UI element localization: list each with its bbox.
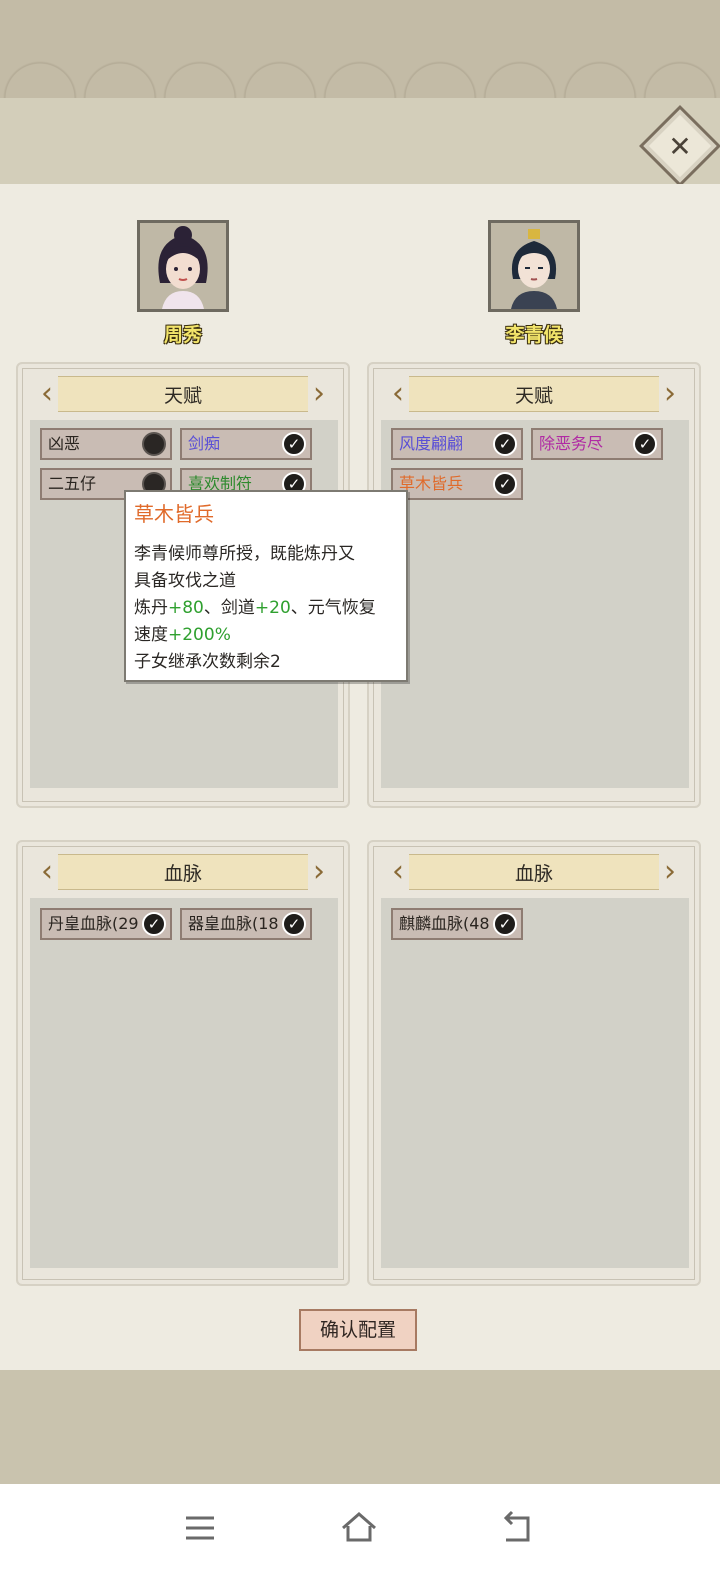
- panel-header-bloodline-right: ‹ 血脉 ›: [392, 854, 676, 890]
- arrow-left-icon[interactable]: ‹: [389, 855, 407, 891]
- character-name-left: 周秀: [163, 324, 202, 346]
- back-icon[interactable]: [494, 1504, 542, 1552]
- trait-label: 丹皇血脉(29: [48, 914, 139, 933]
- stat-name: 、剑道: [203, 598, 255, 618]
- character-name-right: 李青候: [505, 324, 563, 346]
- arrow-left-icon[interactable]: ‹: [389, 377, 407, 413]
- tooltip-inherit-line: 子女继承次数剩余2: [134, 652, 281, 672]
- tooltip-title: 草木皆兵: [134, 502, 214, 526]
- trait-chip[interactable]: 草木皆兵 ✓: [391, 468, 523, 500]
- trait-chip[interactable]: 风度翩翩 ✓: [391, 428, 523, 460]
- arrow-left-icon[interactable]: ‹: [38, 855, 56, 891]
- trait-chip[interactable]: 凶恶: [40, 428, 172, 460]
- home-icon[interactable]: [335, 1504, 383, 1552]
- trait-chip[interactable]: 器皇血脉(18 ✓: [180, 908, 312, 940]
- trait-list: 麒麟血脉(48 ✓: [381, 898, 689, 1268]
- confirm-config-button[interactable]: 确认配置: [299, 1309, 417, 1351]
- checkmark-icon[interactable]: ✓: [282, 912, 306, 936]
- tooltip-description-line: 李青候师尊所授，既能炼丹又: [134, 544, 355, 564]
- trait-list: 风度翩翩 ✓ 除恶务尽 ✓ 草木皆兵 ✓: [381, 420, 689, 788]
- checkmark-icon[interactable]: ✓: [493, 472, 517, 496]
- menu-icon[interactable]: [176, 1504, 224, 1552]
- panel-title: 血脉: [514, 862, 553, 885]
- panel-header-talent-right: ‹ 天赋 ›: [392, 376, 676, 412]
- avatar-male[interactable]: [488, 220, 580, 312]
- arrow-right-icon[interactable]: ›: [310, 377, 328, 413]
- checkmark-icon[interactable]: ✓: [493, 912, 517, 936]
- panel-header-bloodline-left: ‹ 血脉 ›: [41, 854, 325, 890]
- trait-chip[interactable]: 丹皇血脉(29 ✓: [40, 908, 172, 940]
- avatar-female[interactable]: [137, 220, 229, 312]
- unchecked-circle-icon[interactable]: [142, 432, 166, 456]
- trait-label: 风度翩翩: [399, 434, 464, 453]
- close-icon: ✕: [668, 129, 692, 163]
- trait-list: 丹皇血脉(29 ✓ 器皇血脉(18 ✓: [30, 898, 338, 1268]
- trait-chip[interactable]: 麒麟血脉(48 ✓: [391, 908, 523, 940]
- panel-title: 天赋: [514, 384, 553, 407]
- tooltip-stats-line: 炼丹+80、剑道+20、元气恢复: [134, 595, 398, 622]
- trait-label: 草木皆兵: [399, 474, 464, 493]
- stat-name: 速度: [134, 625, 168, 645]
- checkmark-icon[interactable]: ✓: [142, 912, 166, 936]
- checkmark-icon[interactable]: ✓: [633, 432, 657, 456]
- panel-title: 天赋: [163, 384, 202, 407]
- checkmark-icon[interactable]: ✓: [282, 432, 306, 456]
- stat-name: 炼丹: [134, 598, 168, 618]
- header-strip: [0, 98, 720, 184]
- trait-chip[interactable]: 剑痴 ✓: [180, 428, 312, 460]
- tooltip-stats-line: 速度+200%: [134, 622, 398, 649]
- tooltip-description-line: 具备攻伐之道: [134, 571, 236, 591]
- decorative-top-band: [0, 0, 720, 98]
- arrow-right-icon[interactable]: ›: [661, 377, 679, 413]
- trait-label: 凶恶: [48, 434, 81, 453]
- trait-chip[interactable]: 除恶务尽 ✓: [531, 428, 663, 460]
- stat-value: +80: [168, 598, 204, 618]
- trait-label: 除恶务尽: [539, 434, 604, 453]
- stat-value: +200%: [168, 625, 231, 645]
- panel-talent-right: ‹ 天赋 › 风度翩翩 ✓ 除恶务尽 ✓ 草木皆兵 ✓: [367, 362, 701, 808]
- trait-tooltip: 草木皆兵 李青候师尊所授，既能炼丹又 具备攻伐之道 炼丹+80、剑道+20、元气…: [124, 490, 408, 682]
- checkmark-icon[interactable]: ✓: [493, 432, 517, 456]
- stat-value: +20: [254, 598, 291, 618]
- arrow-right-icon[interactable]: ›: [310, 855, 328, 891]
- trait-label: 器皇血脉(18: [188, 914, 279, 933]
- trait-label: 剑痴: [188, 434, 221, 453]
- panel-bloodline-left: ‹ 血脉 › 丹皇血脉(29 ✓ 器皇血脉(18 ✓: [16, 840, 350, 1286]
- arrow-left-icon[interactable]: ‹: [38, 377, 56, 413]
- trait-label: 麒麟血脉(48: [399, 914, 490, 933]
- stat-name: 、元气恢复: [290, 598, 376, 618]
- panel-bloodline-right: ‹ 血脉 › 麒麟血脉(48 ✓: [367, 840, 701, 1286]
- panel-title: 血脉: [163, 862, 202, 885]
- panel-header-talent-left: ‹ 天赋 ›: [41, 376, 325, 412]
- system-nav-bar: [0, 1484, 720, 1572]
- decorative-bottom-band: [0, 1370, 720, 1484]
- trait-label: 二五仔: [48, 474, 97, 493]
- arrow-right-icon[interactable]: ›: [661, 855, 679, 891]
